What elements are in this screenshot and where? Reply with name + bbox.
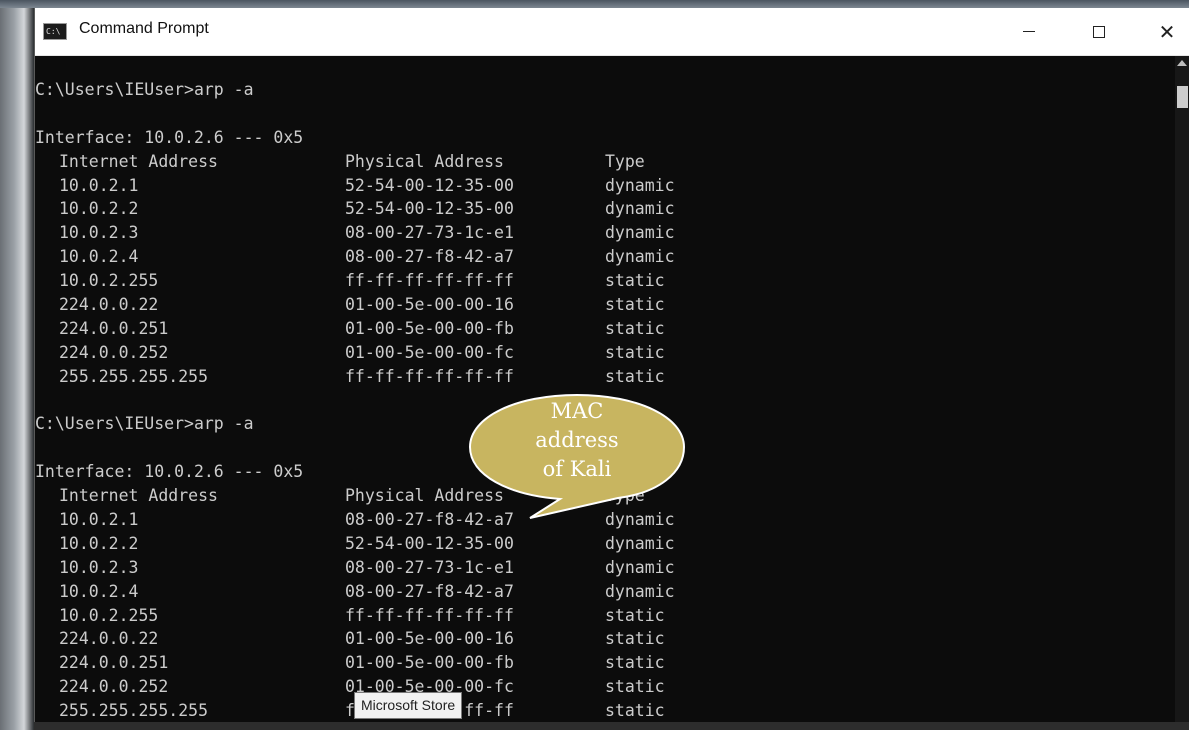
- callout-line: of Kali: [542, 457, 612, 481]
- ip-address-cell: 10.0.2.1: [59, 175, 139, 195]
- close-icon: ✕: [1158, 19, 1176, 44]
- ip-address-cell: 224.0.0.252: [59, 342, 169, 362]
- ip-address-cell: 10.0.2.1: [59, 510, 139, 530]
- arp-table-row: 224.0.0.251 01-00-5e-00-00-fb static: [35, 651, 1175, 675]
- arp-table-row: 224.0.0.251 01-00-5e-00-00-fb static: [35, 317, 1175, 341]
- type-cell: static: [605, 271, 665, 291]
- maximize-button[interactable]: [1067, 8, 1131, 55]
- type-cell: static: [605, 701, 665, 721]
- type-cell: static: [605, 677, 665, 697]
- ip-address-cell: 224.0.0.251: [59, 653, 169, 673]
- type-cell: static: [605, 295, 665, 315]
- ip-address-cell: 10.0.2.255: [59, 271, 159, 291]
- callout-line: address: [535, 428, 619, 452]
- ip-address-cell: 10.0.2.3: [59, 557, 139, 577]
- callout-text: MAC address of Kali: [468, 397, 686, 484]
- window-title: Command Prompt: [79, 20, 209, 37]
- minimize-icon: [1023, 31, 1035, 32]
- physical-address-cell: Physical Address: [345, 151, 504, 171]
- physical-address-cell: 01-00-5e-00-00-fc: [345, 342, 514, 362]
- physical-address-cell: ff-ff-ff-ff-ff-ff: [345, 271, 514, 291]
- type-cell: static: [605, 318, 665, 338]
- arp-table-row: 255.255.255.255 ff-ff-ff-ff-ff-ff static: [35, 365, 1175, 389]
- physical-address-cell: 52-54-00-12-35-00: [345, 199, 514, 219]
- scroll-thumb[interactable]: [1177, 86, 1188, 108]
- vertical-scrollbar[interactable]: [1175, 56, 1189, 730]
- ip-address-cell: 10.0.2.4: [59, 247, 139, 267]
- ip-address-cell: 255.255.255.255: [59, 701, 209, 721]
- ip-address-cell: Internet Address: [59, 486, 218, 506]
- arp-table-row: 255.255.255.255ff-ff-ff-ff-ff-ffstatic: [35, 699, 1175, 723]
- ip-address-cell: 10.0.2.4: [59, 581, 139, 601]
- physical-address-cell: 01-00-5e-00-00-16: [345, 295, 514, 315]
- close-button[interactable]: ✕: [1135, 8, 1189, 55]
- physical-address-cell: 01-00-5e-00-00-fb: [345, 653, 514, 673]
- type-cell: dynamic: [605, 533, 675, 553]
- maximize-icon: [1093, 25, 1105, 38]
- ip-address-cell: 255.255.255.255: [59, 366, 209, 386]
- physical-address-cell: ff-ff-ff-ff-ff-ff: [345, 605, 514, 625]
- ip-address-cell: Internet Address: [59, 151, 218, 171]
- arp-table-row: 10.0.2.4 08-00-27-f8-42-a7 dynamic: [35, 580, 1175, 604]
- arp-table-row: 10.0.2.2 52-54-00-12-35-00 dynamic: [35, 532, 1175, 556]
- arp-table-row: 10.0.2.3 08-00-27-73-1c-e1 dynamic: [35, 221, 1175, 245]
- console-app-icon: C:\: [43, 23, 67, 40]
- type-cell: Type: [605, 151, 645, 171]
- arp-table-row: 224.0.0.22 01-00-5e-00-00-16 static: [35, 627, 1175, 651]
- ip-address-cell: 224.0.0.22: [59, 295, 159, 315]
- arp-table-row: 10.0.2.3 08-00-27-73-1c-e1 dynamic: [35, 556, 1175, 580]
- type-cell: dynamic: [605, 557, 675, 577]
- type-cell: dynamic: [605, 581, 675, 601]
- arp-table-row: 224.0.0.22 01-00-5e-00-00-16 static: [35, 293, 1175, 317]
- physical-address-cell: ff-ff-ff-ff-ff-ff: [345, 366, 514, 386]
- physical-address-cell: 08-00-27-f8-42-a7: [345, 247, 514, 267]
- type-cell: static: [605, 342, 665, 362]
- physical-address-cell: 08-00-27-73-1c-e1: [345, 223, 514, 243]
- physical-address-cell: 08-00-27-73-1c-e1: [345, 557, 514, 577]
- desktop-background: [0, 0, 1189, 8]
- physical-address-cell: 01-00-5e-00-00-16: [345, 629, 514, 649]
- type-cell: dynamic: [605, 247, 675, 267]
- mac-address-callout: MAC address of Kali: [468, 393, 686, 523]
- arp-table-row: 10.0.2.255 ff-ff-ff-ff-ff-ff static: [35, 604, 1175, 628]
- physical-address-cell: 01-00-5e-00-00-fb: [345, 318, 514, 338]
- type-cell: dynamic: [605, 175, 675, 195]
- ip-address-cell: 224.0.0.251: [59, 318, 169, 338]
- arp-table-row: 10.0.2.2 52-54-00-12-35-00 dynamic: [35, 197, 1175, 221]
- type-cell: static: [605, 366, 665, 386]
- ip-address-cell: 224.0.0.252: [59, 677, 169, 697]
- taskbar-edge: [34, 722, 1189, 730]
- ip-address-cell: 224.0.0.22: [59, 629, 159, 649]
- arp-table-row: 224.0.0.252 01-00-5e-00-00-fc static: [35, 341, 1175, 365]
- arp-table-row: Internet Address Physical Address Type: [35, 150, 1175, 174]
- type-cell: static: [605, 653, 665, 673]
- arp-table-row: 10.0.2.255 ff-ff-ff-ff-ff-ff static: [35, 269, 1175, 293]
- command-line: C:\Users\IEUser>arp -a: [35, 80, 254, 99]
- arp-table-row: 224.0.0.252 01-00-5e-00-00-fc static: [35, 675, 1175, 699]
- type-cell: static: [605, 605, 665, 625]
- ip-address-cell: 10.0.2.2: [59, 199, 139, 219]
- title-bar[interactable]: C:\ Command Prompt ✕: [35, 8, 1189, 56]
- ip-address-cell: 10.0.2.2: [59, 533, 139, 553]
- type-cell: dynamic: [605, 199, 675, 219]
- callout-line: MAC: [550, 399, 604, 423]
- interface-line: Interface: 10.0.2.6 --- 0x5: [35, 127, 304, 147]
- arp-table-row: 10.0.2.1 52-54-00-12-35-00 dynamic: [35, 174, 1175, 198]
- physical-address-cell: 08-00-27-f8-42-a7: [345, 581, 514, 601]
- ip-address-cell: 10.0.2.3: [59, 223, 139, 243]
- scroll-up-arrow-icon[interactable]: [1177, 60, 1187, 66]
- type-cell: dynamic: [605, 223, 675, 243]
- command-prompt-window[interactable]: C:\ Command Prompt ✕ C:\Users\IEUser>arp…: [34, 8, 1189, 730]
- microsoft-store-tooltip: Microsoft Store: [354, 692, 463, 719]
- ip-address-cell: 10.0.2.255: [59, 605, 159, 625]
- minimize-button[interactable]: [997, 8, 1061, 55]
- arp-table-row: 10.0.2.4 08-00-27-f8-42-a7 dynamic: [35, 245, 1175, 269]
- physical-address-cell: 52-54-00-12-35-00: [345, 175, 514, 195]
- physical-address-cell: 52-54-00-12-35-00: [345, 533, 514, 553]
- type-cell: static: [605, 629, 665, 649]
